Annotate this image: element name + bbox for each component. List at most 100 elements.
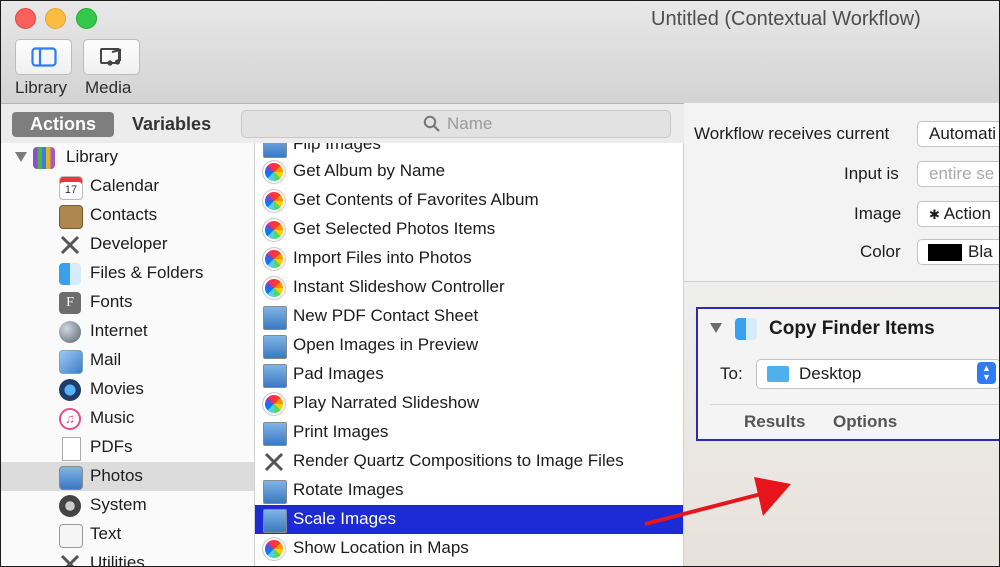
library-item-contacts[interactable]: Contacts: [1, 201, 254, 230]
input-popup[interactable]: entire se: [917, 161, 999, 187]
photos-icon: [263, 277, 285, 299]
copy-finder-items-action[interactable]: Copy Finder Items To: Desktop ▲ ▼ Results…: [696, 307, 999, 441]
input-label: Input is: [844, 164, 899, 183]
library-item-movies[interactable]: Movies: [1, 375, 254, 404]
title-toolbar: Untitled (Contextual Workflow) Library M…: [1, 1, 999, 104]
results-button[interactable]: Results: [744, 412, 805, 432]
library-books-icon: [33, 147, 55, 169]
action-label: Print Images: [293, 422, 389, 441]
library-item-photos[interactable]: Photos: [1, 462, 254, 491]
library-item-label: Developer: [90, 234, 168, 253]
action-title: Copy Finder Items: [769, 318, 935, 339]
close-button[interactable]: [15, 8, 36, 29]
color-popup[interactable]: Bla: [917, 239, 999, 265]
receives-label: Workflow receives current: [694, 124, 890, 143]
action-item[interactable]: Open Images in Preview: [255, 331, 683, 360]
card-divider: [710, 404, 999, 405]
contacts-icon: [59, 205, 83, 229]
quicktime-icon: [59, 379, 81, 401]
action-label: Scale Images: [293, 509, 396, 528]
action-item[interactable]: Show Location in Maps: [255, 534, 683, 563]
media-toolbar-label: Media: [85, 78, 132, 97]
action-item[interactable]: Rotate Images: [255, 476, 683, 505]
image-label: Image: [854, 204, 902, 223]
library-item-label: System: [90, 495, 147, 514]
tab-actions[interactable]: Actions: [12, 112, 115, 137]
popup-stepper-icon: ▲ ▼: [977, 362, 996, 384]
library-item-music[interactable]: ♫ Music: [1, 404, 254, 433]
annotation-arrow: [644, 477, 791, 526]
action-item[interactable]: New PDF Contact Sheet: [255, 302, 683, 331]
library-item-label: Photos: [90, 466, 143, 485]
action-item[interactable]: Print Images: [255, 418, 683, 447]
image-value: Action: [943, 204, 991, 223]
sidebar-icon: [30, 47, 57, 67]
actions-list: Flip Images Get Album by Name Get Conten…: [255, 143, 684, 566]
disclosure-triangle-icon[interactable]: [15, 152, 27, 162]
media-button[interactable]: [83, 39, 140, 75]
library-item-text[interactable]: Text: [1, 520, 254, 549]
action-item[interactable]: Get Album by Name: [255, 157, 683, 186]
search-input[interactable]: Name: [241, 110, 671, 138]
library-item-label: Text: [90, 524, 122, 543]
preview-icon: [263, 364, 287, 388]
library-item-internet[interactable]: Internet: [1, 317, 254, 346]
library-item-label: Internet: [90, 321, 148, 340]
image-popup[interactable]: ✱ Action: [917, 201, 999, 227]
action-item[interactable]: Instant Slideshow Controller: [255, 273, 683, 302]
photos-icon: [263, 161, 285, 183]
pdf-icon: [62, 437, 81, 461]
library-item-utilities[interactable]: Utilities: [1, 549, 254, 567]
library-item-fonts[interactable]: F Fonts: [1, 288, 254, 317]
color-label: Color: [860, 242, 901, 261]
library-item-files-folders[interactable]: Files & Folders: [1, 259, 254, 288]
receives-popup[interactable]: Automati: [917, 121, 999, 147]
photos-icon: [263, 219, 285, 241]
preview-icon: [263, 422, 287, 446]
music-icon: ♫: [59, 408, 81, 430]
action-label: Play Narrated Slideshow: [293, 393, 480, 412]
action-item[interactable]: Import Files into Photos: [255, 244, 683, 273]
library-item-label: Utilities: [90, 553, 145, 567]
photos-icon: [263, 190, 285, 212]
action-item[interactable]: Play Narrated Slideshow: [255, 389, 683, 418]
action-item[interactable]: Get Selected Photos Items: [255, 215, 683, 244]
action-label: Render Quartz Compositions to Image File…: [293, 451, 624, 470]
library-root-item[interactable]: Library: [1, 143, 254, 172]
action-item[interactable]: Render Quartz Compositions to Image File…: [255, 447, 683, 476]
collapse-triangle-icon[interactable]: [710, 323, 722, 333]
mail-icon: [59, 350, 83, 374]
library-item-calendar[interactable]: 17 Calendar: [1, 172, 254, 201]
automator-window: Untitled (Contextual Workflow) Library M…: [0, 0, 1000, 567]
minimize-button[interactable]: [45, 8, 66, 29]
destination-popup[interactable]: Desktop ▲ ▼: [756, 359, 999, 389]
library-item-developer[interactable]: Developer: [1, 230, 254, 259]
action-item[interactable]: Pad Images: [255, 360, 683, 389]
globe-icon: [59, 321, 81, 343]
library-toggle-button[interactable]: [15, 39, 72, 75]
photos-icon: [59, 466, 83, 490]
window-title: Untitled (Contextual Workflow): [651, 8, 921, 30]
library-item-label: Fonts: [90, 292, 133, 311]
library-item-pdfs[interactable]: PDFs: [1, 433, 254, 462]
action-label: Get Album by Name: [293, 161, 446, 180]
library-item-mail[interactable]: Mail: [1, 346, 254, 375]
tab-variables[interactable]: Variables: [114, 112, 229, 137]
preview-icon: [263, 480, 287, 504]
zoom-button[interactable]: [76, 8, 97, 29]
library-item-label: Movies: [90, 379, 144, 398]
library-root-label: Library: [66, 147, 118, 166]
library-item-system[interactable]: System: [1, 491, 254, 520]
library-list: Library 17 Calendar Contacts Developer F…: [1, 143, 255, 567]
fonts-icon: F: [59, 292, 81, 314]
preview-icon: [263, 335, 287, 359]
action-label: Show Location in Maps: [293, 538, 469, 557]
destination-value: Desktop: [799, 364, 862, 383]
preview-icon: [263, 306, 287, 330]
action-item[interactable]: Get Contents of Favorites Album: [255, 186, 683, 215]
library-item-label: Music: [90, 408, 135, 427]
action-item-selected[interactable]: Scale Images: [255, 505, 683, 534]
tools-icon: [263, 451, 285, 473]
finder-icon: [735, 318, 757, 340]
options-button[interactable]: Options: [833, 412, 897, 432]
